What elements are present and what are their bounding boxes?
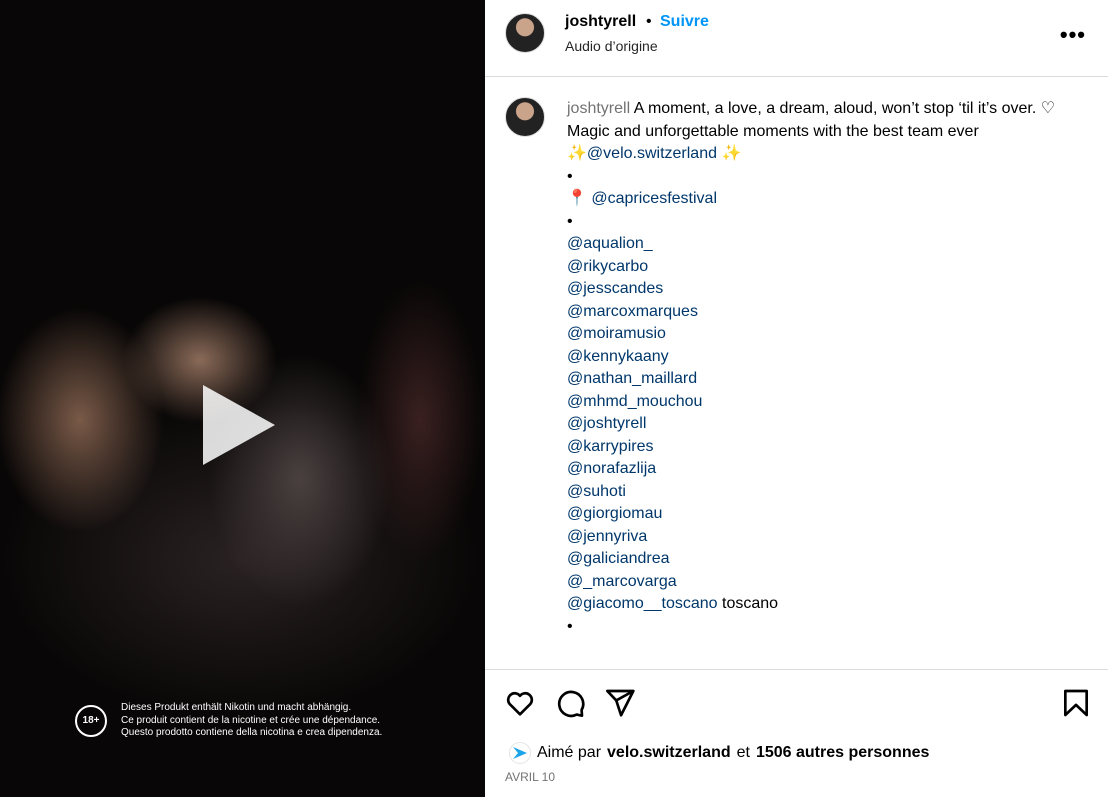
username-link[interactable]: joshtyrell [565, 13, 636, 31]
post-header: joshtyrell • Suivre Audio d’origine ••• [485, 0, 1108, 77]
caption-text: joshtyrell A moment, a love, a dream, al… [567, 98, 1067, 638]
mention-link[interactable]: @mhmd_mouchou [567, 393, 702, 410]
post-video[interactable]: 18+ Dieses Produkt enthält Nikotin und m… [0, 0, 485, 797]
avatar[interactable] [505, 13, 545, 53]
follow-button[interactable]: Suivre [660, 13, 709, 31]
sparkle-icon: ✨ [567, 145, 587, 162]
mention-link[interactable]: @norafazlija [567, 460, 656, 477]
mention-link[interactable]: @capricesfestival [591, 190, 717, 207]
post-date: AVRIL 10 [505, 770, 556, 784]
caption-line: Magic and unforgettable moments with the… [567, 122, 979, 140]
save-icon[interactable] [1060, 687, 1092, 719]
liked-user-link[interactable]: velo.switzerland [607, 744, 731, 762]
mention-link[interactable]: @nathan_maillard [567, 370, 697, 387]
age-badge: 18+ [75, 704, 107, 737]
more-options-icon[interactable]: ••• [1060, 22, 1086, 48]
mention-link[interactable]: @giacomo__toscano [567, 595, 718, 612]
audio-link[interactable]: Audio d’origine [565, 38, 658, 54]
caption-text-suffix: toscano [717, 595, 779, 612]
sparkle-icon: ✨ [721, 145, 742, 162]
warning-line: Dieses Produkt enthält Nikotin und macht… [121, 702, 352, 713]
play-icon[interactable] [203, 385, 275, 465]
mention-link[interactable]: @jesscandes [567, 280, 663, 297]
liker-avatar-icon [509, 742, 531, 764]
mention-link[interactable]: @galiciandrea [567, 550, 670, 567]
mention-link[interactable]: @_marcovarga [567, 573, 677, 590]
liked-and: et [736, 744, 750, 761]
mention-link[interactable]: @velo.switzerland [587, 145, 717, 162]
pin-icon: 📍 [567, 190, 587, 207]
heart-icon[interactable] [504, 687, 536, 719]
nicotine-warning: 18+ Dieses Produkt enthält Nikotin und m… [75, 702, 382, 740]
caption-username[interactable]: joshtyrell [567, 100, 630, 117]
mention-link[interactable]: @rikycarbo [567, 258, 648, 275]
avatar[interactable] [505, 97, 545, 137]
action-bar: Aimé par velo.switzerland et 1506 autres… [485, 669, 1108, 797]
mention-link[interactable]: @giorgiomau [567, 505, 662, 522]
bullet: • [567, 212, 573, 230]
mention-link[interactable]: @jennyriva [567, 528, 647, 545]
likes-summary[interactable]: Aimé par velo.switzerland et 1506 autres… [509, 742, 929, 764]
mention-link[interactable]: @karrypires [567, 438, 653, 455]
warning-line: Ce produit contient de la nicotine et cr… [121, 714, 381, 726]
bullet: • [567, 617, 573, 635]
mention-link[interactable]: @joshtyrell [567, 415, 646, 432]
mention-link[interactable]: @suhoti [567, 483, 626, 500]
warning-line: Questo prodotto contiene della nicotina … [121, 727, 383, 738]
post-panel: joshtyrell • Suivre Audio d’origine ••• … [485, 0, 1108, 797]
separator: • [646, 13, 652, 30]
comment-icon[interactable] [554, 687, 586, 719]
liked-prefix: Aimé par [537, 744, 602, 761]
bullet: • [567, 167, 573, 185]
likes-count-link[interactable]: 1506 autres personnes [756, 744, 929, 762]
mention-link[interactable]: @moiramusio [567, 325, 666, 342]
mention-link[interactable]: @aqualion_ [567, 235, 653, 252]
caption-area[interactable]: joshtyrell A moment, a love, a dream, al… [485, 78, 1108, 669]
caption-line: A moment, a love, a dream, aloud, won’t … [633, 100, 1056, 117]
mention-link[interactable]: @marcoxmarques [567, 303, 698, 320]
share-icon[interactable] [604, 687, 636, 719]
mention-link[interactable]: @kennykaany [567, 348, 669, 365]
